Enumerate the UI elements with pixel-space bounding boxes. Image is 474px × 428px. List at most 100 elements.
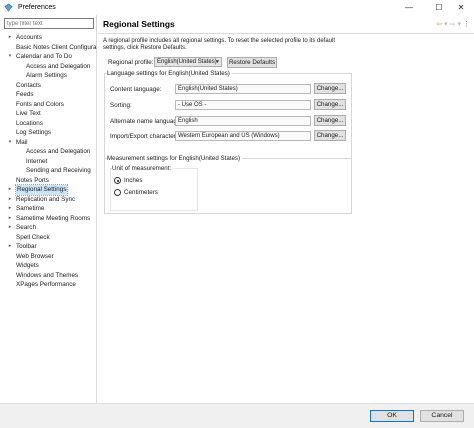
chevron-down-icon: ▼ [215, 59, 220, 65]
page-title: Regional Settings [103, 19, 175, 29]
tree-item[interactable]: ▸ Regional Settings [0, 184, 97, 196]
preferences-tree: ▸ Accounts Basic Notes Client Configura ▾ Ca… [0, 33, 97, 290]
import-export-characters-label: Import/Export characters: [110, 133, 181, 140]
tree-item[interactable]: XPages Performance [0, 280, 97, 290]
chevron-down-icon[interactable]: ▾ [7, 52, 13, 62]
tree-item[interactable]: Widgets [0, 261, 97, 271]
tree-item-label: Replication and Sync [16, 195, 76, 203]
tree-item[interactable]: Locations [0, 119, 97, 129]
tree-item[interactable]: ▸ Sametime Meeting Rooms [0, 214, 97, 224]
chevron-right-icon[interactable]: ▸ [7, 204, 13, 214]
forward-dropdown-icon[interactable]: ▾ [457, 20, 461, 28]
tree-item-label: Spell Check [16, 233, 50, 241]
regional-profile-value: English(United States) [157, 59, 217, 65]
tree-item[interactable]: Contacts [0, 81, 97, 91]
regional-profile-select[interactable]: English(United States) ▼ [154, 57, 222, 67]
page-header: Regional Settings ⇦ ▾ ⇨ ▾ ⋮ [98, 15, 474, 34]
alternate-name-language-field: English [175, 116, 311, 126]
tree-item-label: Fonts and Colors [16, 100, 64, 108]
filter-input[interactable] [4, 18, 94, 29]
change-content-language-button[interactable]: Change... [314, 83, 346, 94]
tree-item[interactable]: Access and Delegation [0, 62, 97, 72]
tree-item-label: Access and Delegation [26, 148, 91, 155]
chevron-right-icon[interactable]: ▸ [7, 223, 13, 233]
view-menu-icon[interactable]: ⋮ [463, 20, 470, 28]
tree-item[interactable]: Notes Ports [0, 176, 97, 186]
content-language-label: Content language: [110, 86, 162, 93]
import-export-characters-field: Western European and US (Windows) [175, 131, 311, 141]
app-icon [4, 3, 13, 12]
tree-item[interactable]: Fonts and Colors [0, 100, 97, 110]
forward-arrow-icon[interactable]: ⇨ [450, 20, 456, 28]
dialog-button-bar: OK Cancel [0, 403, 474, 428]
back-dropdown-icon[interactable]: ▾ [444, 20, 448, 28]
close-button[interactable]: ✕ [446, 0, 474, 15]
tree-item-label: Alarm Settings [26, 72, 67, 79]
regional-profile-label: Regional profile: [108, 59, 154, 66]
chevron-right-icon[interactable]: ▸ [7, 185, 13, 195]
tree-item[interactable]: ▸ Search [0, 223, 97, 233]
ok-button[interactable]: OK [370, 410, 414, 422]
tree-item-label: Regional Settings [14, 184, 69, 196]
restore-defaults-button[interactable]: Restore Defaults [227, 57, 277, 68]
tree-item-label: Accounts [16, 34, 42, 41]
unit-of-measurement-label: Unit of measurement: [112, 165, 174, 172]
tree-item-label: Search [16, 224, 36, 231]
tree-item-label: Locations [16, 119, 43, 127]
inches-radio[interactable] [114, 177, 121, 184]
cancel-button[interactable]: Cancel [420, 410, 464, 422]
tree-item[interactable]: Internet [0, 157, 97, 167]
tree-item[interactable]: Spell Check [0, 233, 97, 243]
tree-item[interactable]: ▸ Toolbar [0, 242, 97, 252]
tree-item-label: Live Text [16, 110, 41, 117]
inches-label: Inches [124, 177, 143, 184]
chevron-right-icon[interactable]: ▸ [7, 242, 13, 252]
tree-item[interactable]: Live Text [0, 109, 97, 119]
tree-item-label: Access and Delegation [26, 62, 91, 70]
tree-item[interactable]: Access and Delegation [0, 147, 97, 157]
tree-item-label: Sametime [16, 205, 45, 212]
tree-item[interactable]: Alarm Settings [0, 71, 97, 81]
centimeters-radio[interactable] [114, 189, 121, 196]
tree-item-label: Mail [16, 138, 28, 146]
tree-item-label: Basic Notes Client Configura [16, 43, 97, 51]
measurement-settings-title: Measurement settings for English(United … [107, 155, 243, 162]
tree-item[interactable]: ▸ Sametime [0, 204, 97, 214]
tree-item-label: Toolbar [16, 243, 37, 250]
tree-item[interactable]: Sending and Receiving [0, 166, 97, 176]
change-sorting-button[interactable]: Change... [314, 99, 346, 110]
chevron-down-icon[interactable]: ▾ [7, 138, 13, 148]
title-bar: Preferences — ☐ ✕ [0, 0, 474, 15]
tree-item-label: Calendar and To Do [16, 53, 72, 60]
tree-item-label: Internet [26, 157, 48, 165]
tree-item-label: Windows and Themes [16, 271, 79, 279]
tree-item[interactable]: Log Settings [0, 128, 97, 138]
tree-item[interactable]: ▸ Accounts [0, 33, 97, 43]
tree-item[interactable]: ▾ Mail [0, 138, 97, 148]
tree-item[interactable]: Windows and Themes [0, 271, 97, 281]
window-title: Preferences [18, 4, 56, 11]
chevron-right-icon[interactable]: ▸ [7, 195, 13, 205]
tree-item[interactable]: Web Browser [0, 252, 97, 262]
tree-item-label: Sending and Receiving [26, 167, 91, 174]
change-alternate-name-language-button[interactable]: Change... [314, 115, 346, 126]
tree-item-label: Web Browser [16, 252, 54, 260]
tree-item-label: Feeds [16, 91, 34, 98]
content-language-field: English(United States) [175, 84, 311, 94]
sorting-label: Sorting: [110, 102, 132, 109]
tree-item-label: Contacts [16, 81, 41, 89]
preferences-sidebar: ▸AccountsBasic Notes Client Configura▾Ca… [0, 15, 97, 403]
change-import-export-characters-button[interactable]: Change... [314, 130, 346, 141]
back-arrow-icon[interactable]: ⇦ [436, 20, 442, 28]
tree-item-label: XPages Performance [16, 281, 76, 288]
tree-item-label: Sametime Meeting Rooms [16, 214, 91, 222]
chevron-right-icon[interactable]: ▸ [7, 33, 13, 43]
content-pane: Regional Settings ⇦ ▾ ⇨ ▾ ⋮ A regional p… [98, 15, 474, 403]
tree-item[interactable]: Feeds [0, 90, 97, 100]
chevron-right-icon[interactable]: ▸ [7, 214, 13, 224]
alternate-name-language-label: Alternate name language: [110, 118, 183, 125]
tree-item[interactable]: ▸ Replication and Sync [0, 195, 97, 205]
tree-item[interactable]: ▾ Calendar and To Do [0, 52, 97, 62]
minimize-button[interactable]: — [394, 0, 424, 15]
tree-item[interactable]: Basic Notes Client Configura [0, 43, 97, 53]
